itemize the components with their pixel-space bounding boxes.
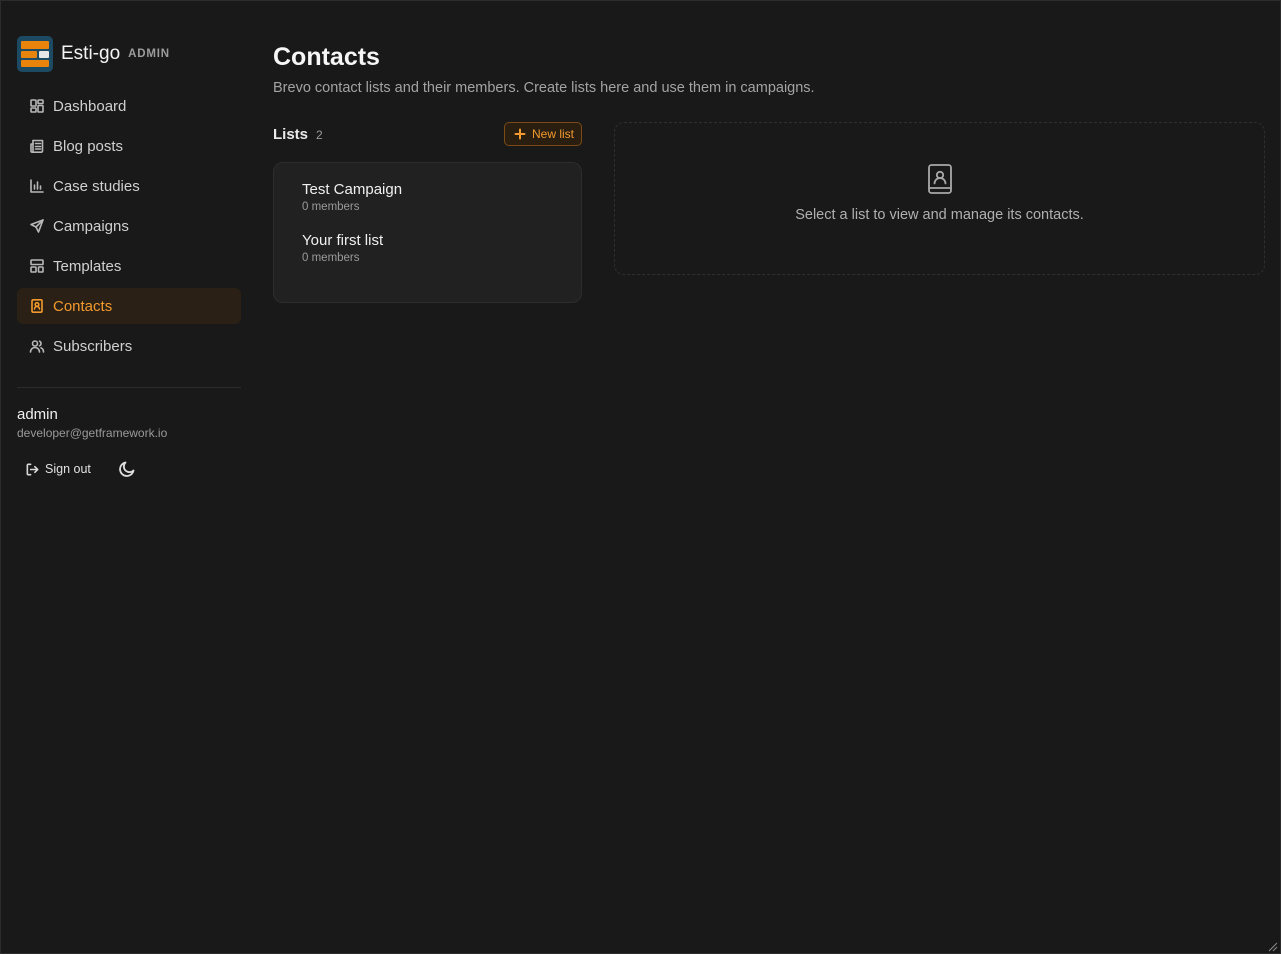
list-detail-empty-state: Select a list to view and manage its con… — [614, 122, 1265, 275]
moon-icon — [119, 461, 135, 477]
users-icon — [29, 340, 45, 353]
brand-tag: ADMIN — [128, 48, 170, 60]
new-list-button[interactable]: New list — [503, 122, 582, 146]
sidebar: Esti-go ADMIN Dashboard Blog posts Case … — [17, 36, 241, 481]
user-name: admin — [17, 406, 58, 423]
sidebar-item-label: Case studies — [53, 177, 140, 195]
user-actions: Sign out — [17, 457, 241, 481]
sidebar-nav: Dashboard Blog posts Case studies Campai… — [17, 88, 241, 364]
brand[interactable]: Esti-go ADMIN — [17, 36, 241, 72]
sidebar-item-templates[interactable]: Templates — [17, 248, 241, 284]
user-email: developer@getframework.io — [17, 426, 168, 440]
list-members-count: 0 members — [302, 201, 360, 213]
sidebar-item-blog-posts[interactable]: Blog posts — [17, 128, 241, 164]
sidebar-item-subscribers[interactable]: Subscribers — [17, 328, 241, 364]
lists-header: Lists 2 New list — [273, 122, 582, 146]
theme-toggle-button[interactable] — [115, 457, 139, 481]
sidebar-item-campaigns[interactable]: Campaigns — [17, 208, 241, 244]
brand-logo-icon — [17, 36, 53, 72]
lists-count-badge: 2 — [316, 127, 323, 142]
main-content: Contacts Brevo contact lists and their m… — [273, 43, 1265, 303]
page-subtitle: Brevo contact lists and their members. C… — [273, 80, 815, 96]
contact-book-icon — [926, 163, 954, 195]
sidebar-item-dashboard[interactable]: Dashboard — [17, 88, 241, 124]
lists-card: Test Campaign 0 members Your first list … — [273, 162, 582, 303]
sidebar-item-label: Subscribers — [53, 337, 133, 355]
new-list-label: New list — [531, 127, 574, 141]
plus-icon — [514, 128, 526, 140]
sign-out-label: Sign out — [45, 462, 91, 476]
lists-label: Lists — [273, 125, 309, 143]
sidebar-item-label: Dashboard — [53, 97, 127, 115]
sidebar-item-label: Templates — [53, 257, 122, 275]
bar-chart-icon — [30, 179, 44, 193]
sidebar-item-label: Campaigns — [53, 217, 129, 235]
list-members-count: 0 members — [302, 252, 360, 264]
sidebar-item-label: Contacts — [53, 297, 113, 315]
sidebar-divider — [17, 387, 241, 388]
resize-grip-icon[interactable] — [1266, 939, 1278, 952]
list-name: Test Campaign — [302, 181, 403, 198]
empty-state-message: Select a list to view and manage its con… — [795, 207, 1084, 223]
page-title: Contacts — [273, 43, 380, 71]
newspaper-icon — [30, 139, 44, 153]
contact-book-icon — [31, 298, 43, 313]
sidebar-item-case-studies[interactable]: Case studies — [17, 168, 241, 204]
send-icon — [30, 219, 44, 233]
list-item[interactable]: Your first list 0 members — [302, 232, 581, 264]
log-out-icon — [26, 463, 39, 475]
list-name: Your first list — [302, 232, 384, 249]
dashboard-icon — [30, 99, 44, 113]
brand-name: Esti-go — [61, 43, 121, 64]
sidebar-item-contacts[interactable]: Contacts — [17, 288, 241, 324]
list-item[interactable]: Test Campaign 0 members — [302, 181, 581, 213]
lists-section: Lists 2 New list Test Campaign 0 members… — [273, 122, 582, 303]
layout-template-icon — [30, 259, 44, 273]
sign-out-button[interactable]: Sign out — [17, 457, 99, 481]
sidebar-item-label: Blog posts — [53, 137, 124, 155]
